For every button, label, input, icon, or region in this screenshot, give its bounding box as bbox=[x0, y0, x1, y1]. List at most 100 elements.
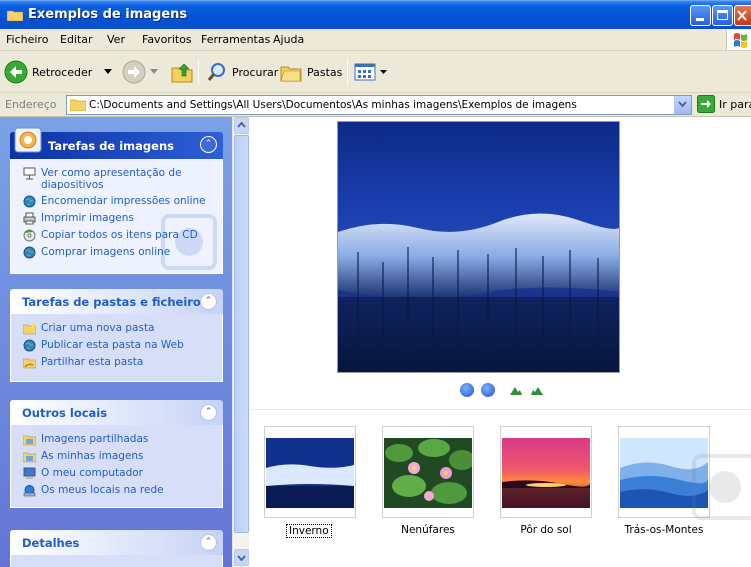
search-button[interactable]: Procurar bbox=[206, 59, 278, 85]
panel-header-other-places[interactable]: Outros locais ⌃ bbox=[10, 400, 223, 425]
place-network[interactable]: Os meus locais na rede bbox=[11, 482, 222, 499]
place-my-pictures[interactable]: As minhas imagens bbox=[11, 448, 222, 465]
go-arrow-icon bbox=[697, 95, 715, 113]
search-icon bbox=[207, 63, 225, 81]
address-label: Endereço bbox=[5, 98, 57, 111]
thumbnail-label[interactable]: Inverno bbox=[286, 524, 332, 538]
panel-title: Tarefas de imagens bbox=[48, 139, 174, 153]
network-icon bbox=[23, 485, 36, 497]
chevron-up-icon[interactable]: ⌃ bbox=[200, 404, 217, 421]
previous-image-button[interactable] bbox=[460, 383, 474, 397]
close-button[interactable] bbox=[734, 5, 751, 26]
back-button[interactable]: Retroceder bbox=[4, 59, 113, 85]
task-publish-web[interactable]: Publicar esta pasta na Web bbox=[11, 337, 222, 354]
forward-arrow-icon bbox=[122, 60, 146, 84]
menu-editar[interactable]: Editar bbox=[60, 33, 93, 46]
cd-icon bbox=[23, 229, 36, 242]
task-new-folder[interactable]: Criar uma nova pasta bbox=[11, 320, 222, 337]
folders-button[interactable]: Pastas bbox=[279, 59, 342, 85]
task-pane: Tarefas de imagens ⌃ Ver como apresentaç… bbox=[0, 117, 232, 567]
address-dropdown-button[interactable] bbox=[674, 96, 691, 114]
maximize-icon bbox=[717, 10, 728, 20]
maximize-button[interactable] bbox=[712, 5, 733, 26]
window-title: Exemplos de imagens bbox=[28, 7, 188, 22]
panel-header-folder-tasks[interactable]: Tarefas de pastas e ficheiros ⌃ bbox=[10, 289, 223, 314]
folders-icon bbox=[280, 66, 302, 82]
globe-icon bbox=[23, 339, 36, 352]
place-shared-pictures[interactable]: Imagens partilhadas bbox=[11, 431, 222, 448]
new-folder-icon bbox=[23, 322, 36, 335]
go-button[interactable]: Ir para bbox=[697, 95, 751, 113]
thumbnail-label[interactable]: Nenúfares bbox=[373, 524, 483, 536]
chevron-down-icon bbox=[237, 555, 246, 562]
panel-title: Detalhes bbox=[22, 536, 80, 550]
pictures-watermark-icon bbox=[692, 454, 751, 520]
place-my-computer[interactable]: O meu computador bbox=[11, 465, 222, 482]
task-share-folder[interactable]: Partilhar esta pasta bbox=[11, 354, 222, 371]
menu-favoritos[interactable]: Favoritos bbox=[142, 33, 192, 46]
thumbnail-label[interactable]: Pôr do sol bbox=[491, 524, 601, 536]
task-pane-scrollbar[interactable] bbox=[232, 117, 249, 567]
scroll-up-button[interactable] bbox=[234, 117, 249, 134]
minimize-button[interactable] bbox=[690, 5, 711, 26]
address-input[interactable]: C:\Documents and Settings\All Users\Docu… bbox=[66, 95, 692, 115]
thumbnail-inverno[interactable] bbox=[264, 426, 356, 518]
title-bar[interactable]: Exemplos de imagens bbox=[0, 0, 751, 29]
water-lilies-thumbnail-image bbox=[384, 438, 472, 508]
thumbnail-nenufares[interactable] bbox=[382, 426, 474, 518]
menu-ver[interactable]: Ver bbox=[107, 33, 125, 46]
thumbnail-label[interactable]: Trás-os-Montes bbox=[609, 524, 719, 536]
chevron-up-icon[interactable]: ⌃ bbox=[200, 534, 217, 551]
rotate-counterclockwise-icon[interactable] bbox=[530, 384, 544, 396]
winter-forest-image bbox=[338, 122, 619, 372]
printer-icon bbox=[23, 212, 36, 225]
image-preview[interactable] bbox=[337, 121, 620, 373]
panel-folder-tasks: Tarefas de pastas e ficheiros ⌃ Criar um… bbox=[10, 289, 223, 382]
filmstrip: Inverno Nenúfares Pôr do sol Trás-os-Mon… bbox=[250, 409, 751, 567]
panel-header-details[interactable]: Detalhes ⌃ bbox=[10, 530, 223, 555]
chevron-up-icon[interactable]: ⌃ bbox=[200, 136, 217, 153]
filmstrip-view: Inverno Nenúfares Pôr do sol Trás-os-Mon… bbox=[250, 117, 751, 567]
views-icon bbox=[354, 63, 376, 81]
windows-logo bbox=[726, 30, 751, 50]
folder-icon bbox=[70, 99, 86, 111]
task-order-prints[interactable]: Encomendar impressões online bbox=[11, 193, 222, 210]
pictures-watermark-icon bbox=[161, 214, 217, 270]
winter-thumbnail-image bbox=[266, 438, 354, 508]
rotate-clockwise-icon[interactable] bbox=[509, 384, 523, 396]
slideshow-icon bbox=[23, 167, 36, 180]
preview-controls bbox=[460, 383, 544, 397]
forward-button[interactable] bbox=[122, 59, 158, 85]
menu-ajuda[interactable]: Ajuda bbox=[273, 33, 304, 46]
chevron-down-icon bbox=[678, 101, 687, 108]
panel-image-tasks: Tarefas de imagens ⌃ Ver como apresentaç… bbox=[10, 127, 223, 274]
task-slideshow[interactable]: Ver como apresentação de diapositivos bbox=[11, 165, 222, 193]
menu-ficheiro[interactable]: Ficheiro bbox=[6, 33, 48, 46]
panel-details: Detalhes ⌃ bbox=[10, 530, 223, 567]
views-button[interactable] bbox=[354, 59, 387, 85]
back-dropdown-icon[interactable] bbox=[104, 69, 113, 75]
folders-label: Pastas bbox=[307, 65, 343, 79]
shared-folder-icon bbox=[23, 358, 36, 369]
address-bar: Endereço C:\Documents and Settings\All U… bbox=[0, 93, 751, 117]
folder-icon bbox=[7, 10, 23, 21]
pictures-folder-icon bbox=[23, 435, 36, 446]
menu-ferramentas[interactable]: Ferramentas bbox=[201, 33, 270, 46]
minimize-icon bbox=[696, 18, 704, 21]
close-icon bbox=[737, 10, 747, 21]
address-path: C:\Documents and Settings\All Users\Docu… bbox=[89, 99, 577, 111]
chevron-up-icon[interactable]: ⌃ bbox=[200, 293, 217, 310]
scroll-thumb[interactable] bbox=[234, 135, 249, 533]
panel-title: Outros locais bbox=[22, 406, 108, 420]
up-folder-button[interactable] bbox=[170, 59, 194, 85]
views-dropdown-icon[interactable] bbox=[380, 69, 387, 75]
panel-header-image-tasks[interactable]: Tarefas de imagens ⌃ bbox=[10, 127, 223, 159]
toolbar: Retroceder Procurar Pastas bbox=[0, 51, 751, 93]
forward-dropdown-icon[interactable] bbox=[150, 69, 158, 75]
panel-other-places: Outros locais ⌃ Imagens partilhadas As m… bbox=[10, 400, 223, 508]
chevron-up-icon bbox=[237, 121, 246, 128]
thumbnail-por-do-sol[interactable] bbox=[500, 426, 592, 518]
next-image-button[interactable] bbox=[481, 383, 495, 397]
panel-title: Tarefas de pastas e ficheiros bbox=[22, 295, 208, 309]
scroll-down-button[interactable] bbox=[234, 549, 249, 566]
